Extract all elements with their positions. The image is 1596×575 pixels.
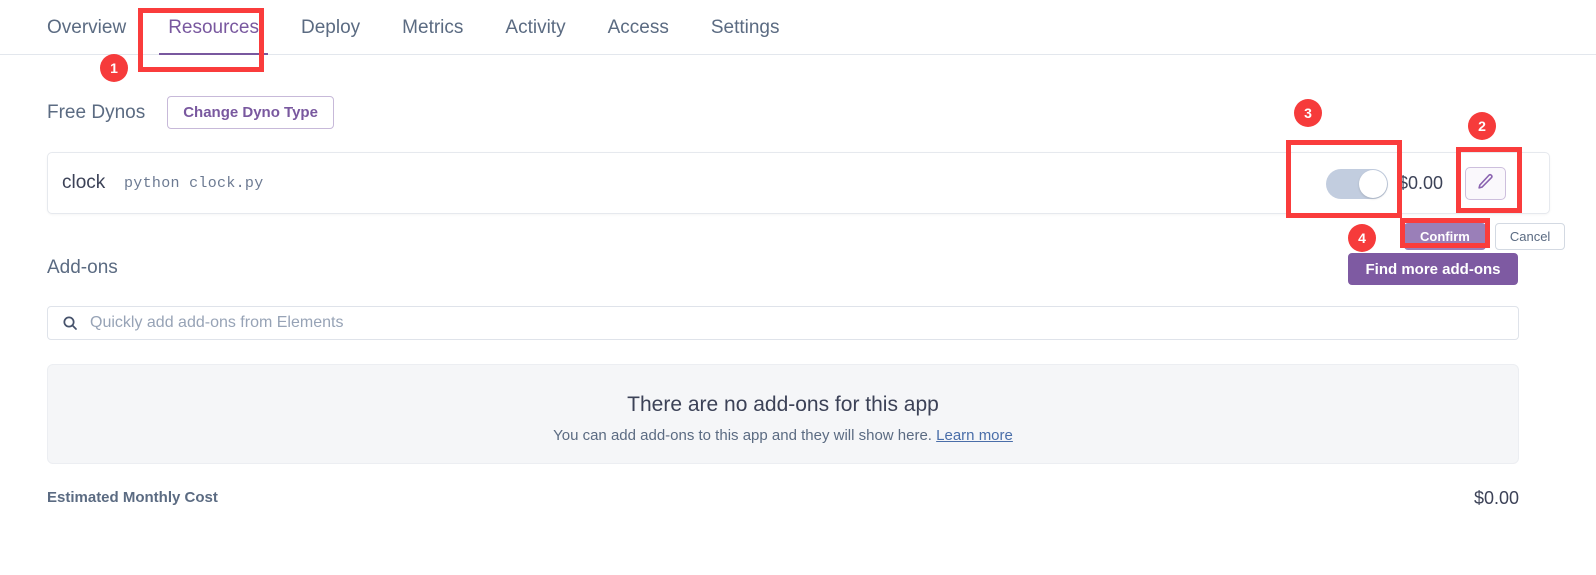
dyno-command: python clock.py <box>124 175 264 192</box>
empty-state-subtitle: You can add add-ons to this app and they… <box>48 427 1518 444</box>
confirm-button[interactable]: Confirm <box>1404 223 1486 250</box>
dyno-name: clock <box>62 172 106 193</box>
toggle-knob <box>1359 170 1387 198</box>
cancel-button[interactable]: Cancel <box>1494 223 1566 250</box>
tab-deploy[interactable]: Deploy <box>280 0 381 55</box>
find-more-addons-button[interactable]: Find more add-ons <box>1348 253 1518 285</box>
dyno-enable-toggle[interactable] <box>1326 169 1388 199</box>
search-icon <box>62 315 78 331</box>
annotation-badge-1: 1 <box>100 54 128 82</box>
app-nav-bar: Overview Resources Deploy Metrics Activi… <box>0 0 1596 55</box>
addons-empty-state: There are no add-ons for this app You ca… <box>47 364 1519 464</box>
edit-dyno-button[interactable] <box>1465 167 1506 200</box>
change-dyno-type-button[interactable]: Change Dyno Type <box>167 96 334 129</box>
addons-title: Add-ons <box>47 257 118 278</box>
annotation-badge-4: 4 <box>1348 224 1376 252</box>
annotation-badge-2: 2 <box>1468 112 1496 140</box>
dyno-confirm-actions: Confirm Cancel <box>1404 223 1566 250</box>
empty-state-title: There are no add-ons for this app <box>627 393 939 416</box>
tab-resources[interactable]: Resources <box>147 0 280 55</box>
tab-settings[interactable]: Settings <box>690 0 801 55</box>
addons-search-box[interactable] <box>47 306 1519 340</box>
free-dynos-title: Free Dynos <box>47 101 146 123</box>
estimated-monthly-cost-value: $0.00 <box>1474 488 1520 508</box>
tab-activity[interactable]: Activity <box>484 0 586 55</box>
estimated-monthly-cost-label: Estimated Monthly Cost <box>47 489 218 506</box>
tab-access[interactable]: Access <box>587 0 690 55</box>
empty-state-subtitle-text: You can add add-ons to this app and they… <box>553 427 932 444</box>
dyno-row: clock python clock.py $0.00 <box>47 152 1550 214</box>
free-dynos-header: Free Dynos Change Dyno Type <box>47 96 334 129</box>
tab-overview[interactable]: Overview <box>47 0 147 55</box>
tab-metrics[interactable]: Metrics <box>381 0 484 55</box>
dyno-price: $0.00 <box>1398 173 1444 193</box>
annotation-badge-3: 3 <box>1294 99 1322 127</box>
learn-more-link[interactable]: Learn more <box>936 427 1013 444</box>
resources-page: Overview Resources Deploy Metrics Activi… <box>0 0 1596 575</box>
pencil-icon <box>1477 173 1494 195</box>
addons-search-input[interactable] <box>88 313 1485 333</box>
nav-tab-list: Overview Resources Deploy Metrics Activi… <box>47 0 801 55</box>
